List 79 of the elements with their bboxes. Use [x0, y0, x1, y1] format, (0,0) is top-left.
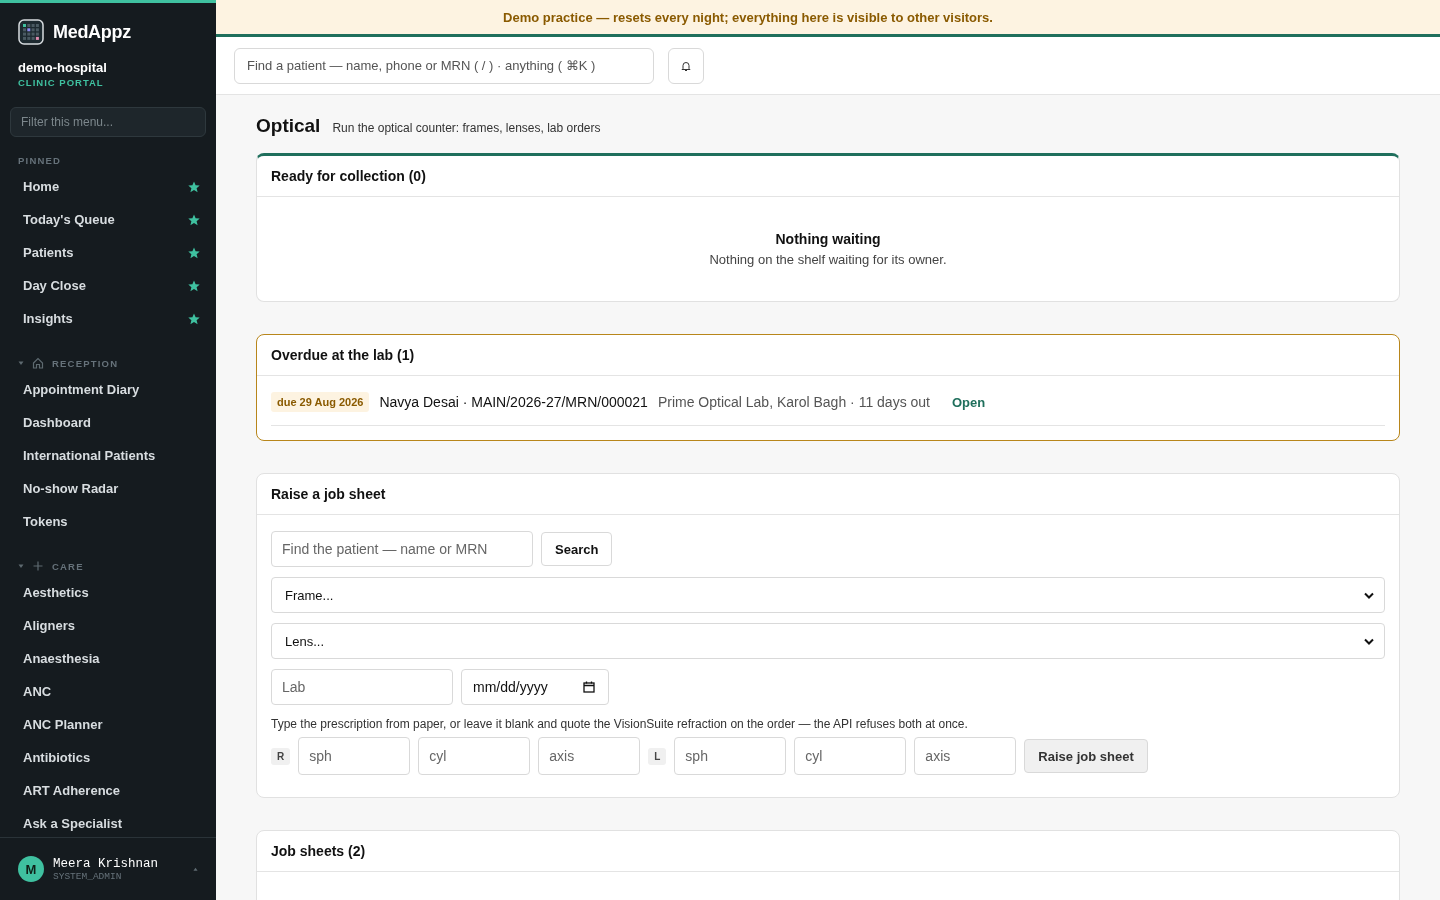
section-label: CARE — [52, 560, 84, 572]
card-title: Ready for collection (0) — [257, 156, 1399, 197]
nav-item[interactable]: Insights — [0, 302, 216, 335]
chevron-icon — [1364, 591, 1374, 599]
date-field[interactable]: mm/dd/yyyy — [461, 669, 609, 705]
nav-item[interactable]: Antibiotics — [0, 741, 216, 774]
caret-icon[interactable] — [193, 866, 198, 872]
nav-item[interactable]: ANC Planner — [0, 708, 216, 741]
prescription-field[interactable]: cyl — [418, 737, 531, 775]
due-badge: due 29 Aug 2026 — [271, 392, 370, 412]
card-title: Job sheets (2) — [257, 831, 1399, 872]
nav-item[interactable]: Home — [0, 170, 216, 203]
nav-item[interactable]: Dashboard — [0, 406, 216, 439]
star-icon[interactable] — [188, 180, 200, 193]
section-label: RECEPTION — [52, 357, 119, 369]
page-title: Optical — [256, 115, 321, 137]
star-icon[interactable] — [188, 213, 200, 226]
nav-label: Patients — [23, 245, 74, 260]
prescription-field[interactable]: axis — [914, 737, 1017, 775]
nav-item[interactable]: Today's Queue — [0, 203, 216, 236]
empty-text: Nothing on the shelf waiting for its owner. — [709, 252, 947, 267]
nav-item[interactable]: Aesthetics — [0, 576, 216, 609]
user-role: SYSTEM_ADMIN — [53, 870, 123, 882]
nav-item[interactable]: International Patients — [0, 439, 216, 472]
patient-search-field[interactable]: Find the patient — name or MRN — [271, 531, 533, 567]
lens-select[interactable]: Lens... — [271, 623, 1385, 659]
filter-field[interactable]: Filter this menu... — [10, 107, 206, 137]
demo-banner: Demo practice — resets every night; everything here is visible to other visitors. — [216, 0, 1440, 37]
hint-text: Type the prescription from paper, or leave it blank and quote the VisionSuite refraction on the order — the API refuses both at once. — [271, 717, 969, 731]
chevron-icon — [1364, 637, 1374, 645]
eye-label: R — [271, 747, 291, 765]
user-name: Meera Krishnan — [53, 856, 160, 871]
caret-icon[interactable] — [18, 360, 24, 366]
notifications-button[interactable] — [668, 47, 704, 84]
star-icon[interactable] — [188, 279, 200, 292]
page-subtitle: Run the optical counter: frames, lenses, lab orders — [332, 121, 601, 135]
plus-icon — [32, 560, 44, 572]
section-label: PINNED — [17, 155, 63, 168]
lab-field[interactable]: Lab — [271, 669, 453, 705]
bell-icon — [680, 59, 692, 72]
empty-title: Nothing waiting — [775, 231, 881, 247]
nav-item[interactable]: ART Adherence — [0, 774, 216, 807]
nav-item[interactable]: No-show Radar — [0, 472, 216, 505]
user-avatar[interactable]: M — [18, 856, 44, 882]
open-link[interactable]: Open — [952, 394, 986, 410]
nav-item[interactable]: Aligners — [0, 609, 216, 642]
card-title: Raise a job sheet — [257, 474, 1399, 515]
star-icon[interactable] — [188, 312, 200, 325]
nav-item[interactable]: Ask a Specialist — [0, 807, 216, 837]
search-field[interactable]: Find a patient — name, phone or MRN ( / ) · anything ( ⌘K ) — [234, 47, 654, 84]
nav-label: Today's Queue — [23, 212, 115, 227]
prescription-field[interactable]: cyl — [794, 737, 907, 775]
nav-item[interactable]: Tokens — [0, 505, 216, 538]
nav-item[interactable]: Appointment Diary — [0, 373, 216, 406]
eye-label: L — [648, 747, 667, 765]
calendar-icon — [583, 681, 595, 693]
raise-job-sheet-button[interactable]: Raise job sheet — [1024, 739, 1148, 773]
frame-select[interactable]: Frame... — [271, 577, 1385, 613]
card-title: Overdue at the lab (1) — [257, 335, 1399, 376]
prescription-field[interactable]: sph — [674, 737, 787, 775]
nav-label: Home — [23, 179, 60, 194]
brand-name: MedAppz — [53, 21, 131, 43]
nav-item[interactable]: Day Close — [0, 269, 216, 302]
nav-label: Insights — [23, 311, 73, 326]
lab-text: Prime Optical Lab, Karol Bagh · 11 days out — [657, 394, 930, 410]
org-name: demo-hospital — [17, 59, 108, 75]
prescription-field[interactable]: axis — [538, 737, 641, 775]
logo-icon — [18, 19, 44, 45]
patient-text: Navya Desai · MAIN/2026-27/MRN/000021 — [379, 394, 648, 410]
search-button[interactable]: Search — [541, 532, 613, 566]
caret-icon[interactable] — [18, 563, 24, 569]
house-icon — [32, 357, 44, 369]
nav-item[interactable]: ANC — [0, 675, 216, 708]
nav-item[interactable]: Anaesthesia — [0, 642, 216, 675]
portal-label: CLINIC PORTAL — [17, 76, 105, 88]
prescription-field[interactable]: sph — [298, 737, 411, 775]
nav-item[interactable]: Patients — [0, 236, 216, 269]
nav-label: Day Close — [23, 278, 86, 293]
star-icon[interactable] — [188, 246, 200, 259]
